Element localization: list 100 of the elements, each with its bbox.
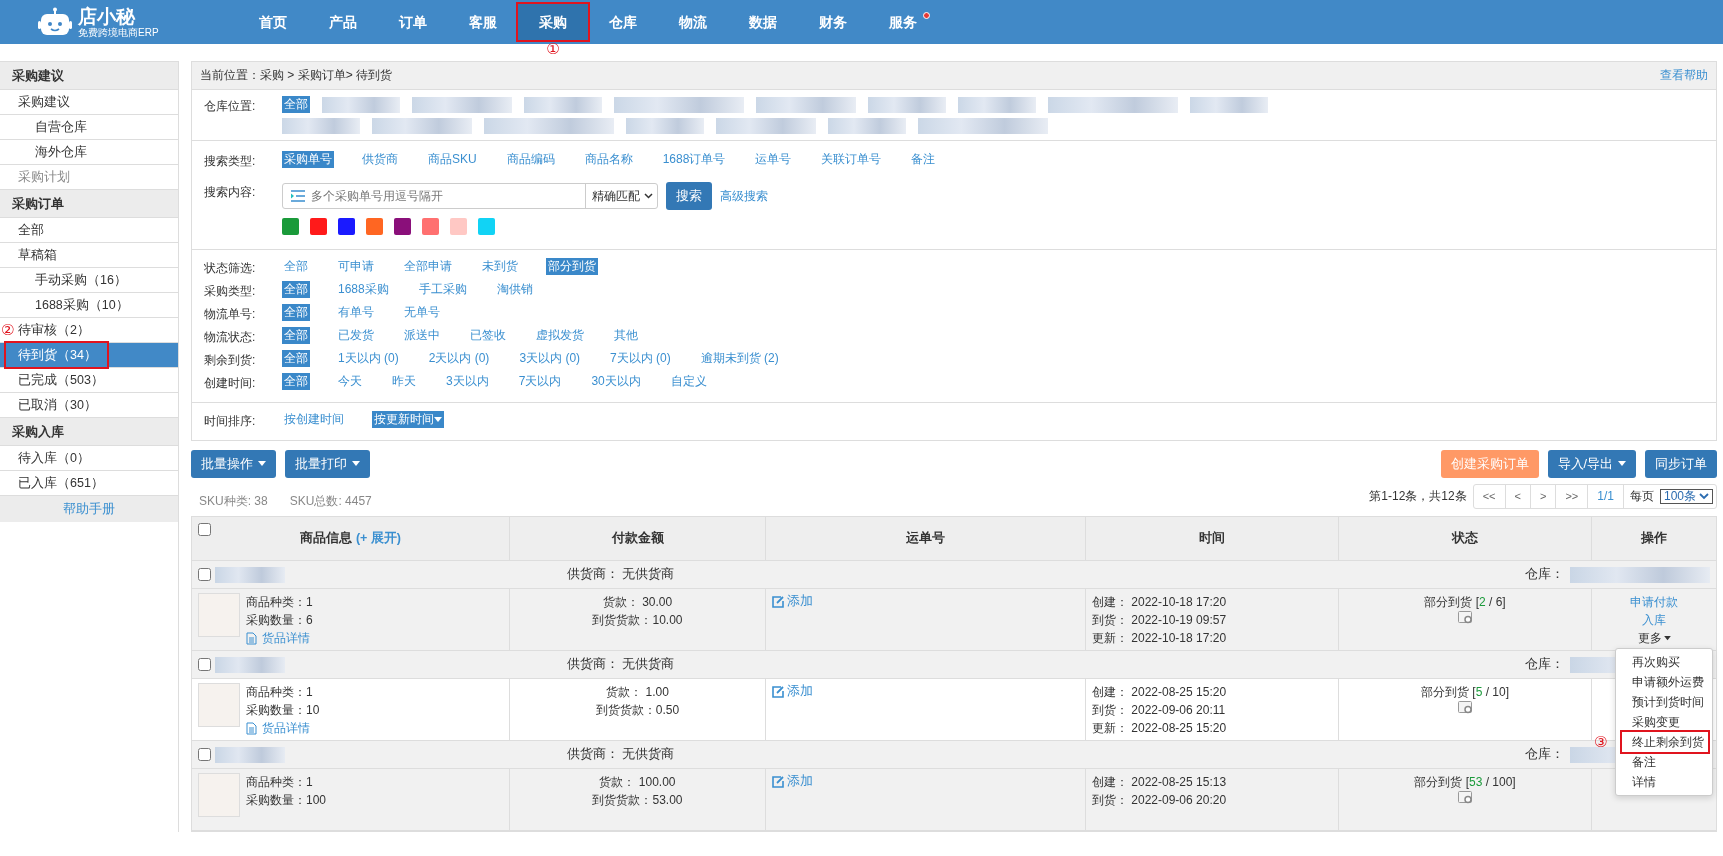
filter-option[interactable]: 备注 — [909, 151, 938, 168]
filter-option[interactable]: 商品编码 — [504, 151, 557, 168]
blurred-option[interactable] — [322, 96, 400, 113]
color-tag[interactable] — [478, 218, 495, 235]
goods-detail-link[interactable]: 货品详情 — [246, 629, 313, 647]
filter-option[interactable]: 采购单号 — [282, 151, 334, 168]
nav-tab[interactable]: 服务 — [868, 4, 938, 40]
blurred-option[interactable] — [918, 118, 1048, 134]
receipt-icon[interactable] — [1457, 701, 1473, 714]
filter-option[interactable]: 运单号 — [753, 151, 794, 168]
receipt-icon[interactable] — [1457, 791, 1473, 804]
operation-link[interactable]: 申请付款 — [1630, 593, 1678, 611]
color-tag[interactable] — [338, 218, 355, 235]
sidebar-item[interactable]: 已取消（30） — [18, 393, 97, 417]
action-button[interactable]: 创建采购订单 — [1440, 450, 1539, 478]
sidebar-item[interactable]: 手动采购（16） — [35, 268, 127, 292]
filter-option[interactable]: 部分到货 — [546, 258, 598, 275]
add-tracking-link[interactable]: 添加 — [772, 683, 813, 700]
filter-option[interactable]: 3天以内 (0) — [517, 350, 583, 367]
filter-option[interactable]: 淘供销 — [494, 281, 535, 298]
sidebar-item[interactable]: 待入库（0） — [18, 446, 90, 470]
match-select[interactable]: 精确匹配 — [585, 184, 657, 208]
filter-option[interactable]: 全部申请 — [402, 258, 454, 275]
color-tag[interactable] — [366, 218, 383, 235]
filter-option[interactable]: 7天以内 — [516, 373, 564, 390]
filter-option[interactable]: 全部 — [282, 373, 310, 390]
filter-option[interactable]: 供货商 — [360, 151, 400, 168]
per-page-select[interactable]: 100条 — [1659, 488, 1713, 504]
receipt-icon[interactable] — [1457, 611, 1473, 624]
add-tracking-link[interactable]: 添加 — [772, 593, 813, 610]
nav-tab[interactable]: 数据 — [728, 4, 798, 40]
select-all-checkbox[interactable] — [198, 523, 211, 536]
filter-option[interactable]: 3天以内 — [444, 373, 491, 390]
add-tracking-link[interactable]: 添加 — [772, 773, 813, 790]
filter-option[interactable]: 已发货 — [336, 327, 376, 344]
dropdown-button[interactable]: 导入/导出 — [1547, 450, 1636, 478]
filter-option[interactable]: 按创建时间 — [282, 411, 346, 428]
blurred-option[interactable] — [716, 118, 816, 134]
sidebar-item[interactable]: 草稿箱 — [18, 243, 57, 267]
search-field[interactable]: 多个采购单号用逗号隔开 精确匹配 — [282, 183, 658, 209]
page-button[interactable]: << — [1473, 484, 1506, 508]
filter-option[interactable]: 自定义 — [668, 373, 709, 390]
filter-option[interactable]: 其他 — [612, 327, 640, 344]
filter-option[interactable]: 商品名称 — [582, 151, 635, 168]
filter-option[interactable]: 无单号 — [402, 304, 442, 321]
advanced-search-link[interactable]: 高级搜索 — [720, 187, 768, 205]
menu-item[interactable]: 预计到货时间 — [1622, 692, 1712, 712]
filter-option[interactable]: 2天以内 (0) — [426, 350, 492, 367]
blurred-option[interactable] — [828, 118, 906, 134]
sidebar-item[interactable]: 已完成（503） — [18, 368, 104, 392]
blurred-option[interactable] — [1048, 96, 1178, 113]
help-link[interactable]: 查看帮助 — [1660, 67, 1708, 84]
filter-option[interactable]: 派送中 — [402, 327, 442, 344]
filter-option[interactable]: 商品SKU — [426, 151, 479, 168]
expand-link[interactable]: (+ 展开) — [355, 530, 402, 547]
color-tag[interactable] — [282, 218, 299, 235]
action-button[interactable]: 同步订单 — [1645, 450, 1717, 478]
filter-option[interactable]: 虚拟发货 — [534, 327, 586, 344]
filter-option[interactable]: 全部 — [282, 350, 310, 367]
menu-item[interactable]: 详情 — [1622, 772, 1712, 792]
nav-tab[interactable]: 采购 — [518, 4, 588, 40]
filter-option[interactable]: 30天以内 — [589, 373, 643, 390]
filter-option[interactable]: 关联订单号 — [819, 151, 884, 168]
color-tag[interactable] — [422, 218, 439, 235]
nav-tab[interactable]: 首页 — [238, 4, 308, 40]
more-dropdown[interactable]: 更多 — [1637, 629, 1671, 647]
blurred-option[interactable] — [372, 118, 472, 134]
row-checkbox[interactable] — [198, 748, 211, 761]
filter-option[interactable]: 逾期未到货 (2) — [698, 350, 781, 367]
blurred-option[interactable] — [626, 118, 704, 134]
color-tag[interactable] — [450, 218, 467, 235]
row-checkbox[interactable] — [198, 568, 211, 581]
filter-option[interactable]: 可申请 — [336, 258, 376, 275]
blurred-option[interactable] — [484, 118, 614, 134]
blurred-option[interactable] — [958, 96, 1036, 113]
menu-item[interactable]: 备注 — [1622, 752, 1712, 772]
nav-tab[interactable]: 产品 — [308, 4, 378, 40]
filter-option[interactable]: 今天 — [336, 373, 364, 390]
nav-tab[interactable]: 财务 — [798, 4, 868, 40]
filter-option[interactable]: 手工采购 — [416, 281, 469, 298]
color-tag[interactable] — [310, 218, 327, 235]
sidebar-item[interactable]: 待审核（2） — [18, 318, 90, 342]
sidebar-item[interactable]: 全部 — [18, 218, 44, 242]
menu-item[interactable]: 采购变更 — [1622, 712, 1712, 732]
menu-item[interactable]: 终止剩余到货 — [1622, 732, 1708, 752]
blurred-option[interactable] — [1190, 96, 1268, 113]
blurred-option[interactable] — [868, 96, 946, 113]
nav-tab[interactable]: 仓库 — [588, 4, 658, 40]
goods-detail-link[interactable]: 货品详情 — [246, 719, 320, 737]
sidebar-item[interactable]: 1688采购（10） — [35, 293, 129, 317]
filter-option[interactable]: 7天以内 (0) — [608, 350, 673, 367]
filter-option[interactable]: 全部 — [282, 258, 310, 275]
blurred-option[interactable] — [412, 96, 512, 113]
filter-option[interactable]: 全部 — [282, 327, 310, 344]
filter-option[interactable]: 全部 — [282, 281, 310, 298]
page-button[interactable]: > — [1531, 484, 1557, 508]
filter-option[interactable]: 已签收 — [468, 327, 508, 344]
nav-tab[interactable]: 订单 — [378, 4, 448, 40]
row-checkbox[interactable] — [198, 658, 211, 671]
help-link[interactable]: 帮助手册 — [63, 502, 115, 516]
